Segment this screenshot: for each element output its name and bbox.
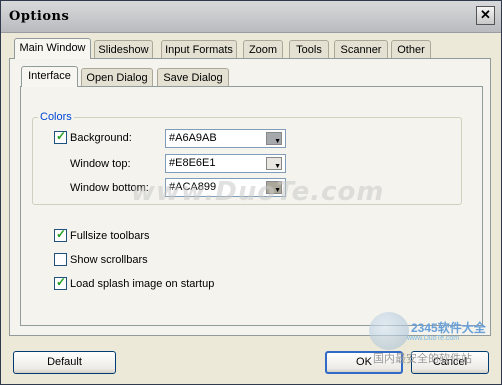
check-icon: ✓ (56, 275, 67, 289)
dropdown-arrow-icon: ▼ (274, 138, 281, 145)
window-top-color-value: #E8E6E1 (169, 157, 216, 169)
ok-button[interactable]: OK (325, 351, 403, 374)
window-top-label: Window top: (70, 158, 131, 170)
options-dialog: Options ✕ Main Window Slideshow Input Fo… (0, 0, 502, 385)
cancel-button[interactable]: Cancel (411, 351, 489, 374)
window-top-color-picker[interactable]: #E8E6E1 ▼ (165, 154, 286, 173)
window-bottom-color-value: #ACA899 (169, 181, 217, 193)
background-color-value: #A6A9AB (169, 132, 217, 144)
splash-checkbox[interactable]: ✓ (54, 275, 67, 290)
watermark-logo-text: 2345软件大全 (411, 321, 486, 335)
window-bottom-color-picker[interactable]: #ACA899 ▼ (165, 178, 286, 197)
background-checkbox[interactable]: ✓ (54, 129, 67, 144)
colors-legend: Colors (38, 111, 74, 123)
fullsize-toolbars-label: Fullsize toolbars (70, 230, 150, 242)
fullsize-toolbars-checkbox[interactable]: ✓ (54, 227, 67, 242)
splash-label: Load splash image on startup (70, 278, 215, 290)
watermark-logo (369, 312, 409, 350)
window-bottom-label: Window bottom: (70, 182, 149, 194)
check-icon: ✓ (56, 129, 67, 143)
dropdown-arrow-icon: ▼ (274, 187, 281, 194)
check-icon: ✓ (56, 227, 67, 241)
background-color-picker[interactable]: #A6A9AB ▼ (165, 129, 286, 148)
show-scrollbars-checkbox[interactable] (54, 253, 67, 266)
watermark-logo-url: www.DuoTe.com (407, 335, 460, 342)
background-label: Background: (70, 132, 132, 144)
show-scrollbars-label: Show scrollbars (70, 254, 148, 266)
dropdown-arrow-icon: ▼ (274, 163, 281, 170)
default-button[interactable]: Default (13, 351, 116, 374)
